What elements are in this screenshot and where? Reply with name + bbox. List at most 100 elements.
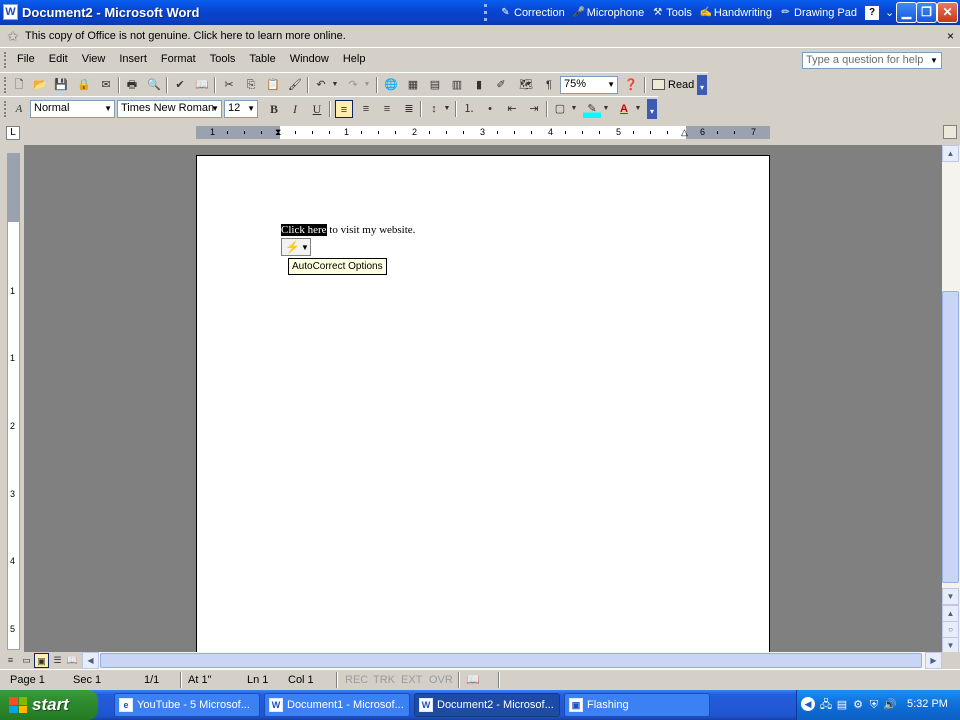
status-ext[interactable]: EXT [401,674,422,686]
insert-table-icon[interactable]: ▤ [426,76,444,94]
menu-file[interactable]: File [10,53,42,65]
word-doc-icon[interactable]: W [3,4,18,20]
align-right-icon[interactable]: ≡ [378,100,396,118]
font-select[interactable]: Times New Roman ▼ [117,100,222,118]
underline-button[interactable]: U [308,100,326,118]
horizontal-ruler[interactable]: 1 ⧗ 1 2 3 4 5 △ 6 7 [196,126,770,139]
justify-icon[interactable]: ≣ [400,100,418,118]
line-spacing-dropdown-icon[interactable]: ▼ [442,100,452,118]
tray-volume-icon[interactable]: 🔊 [883,698,897,712]
permission-icon[interactable]: 🔒 [75,76,93,94]
print-preview-icon[interactable]: 🔍 [145,76,163,94]
bold-button[interactable]: B [265,100,283,118]
style-select[interactable]: Normal ▼ [30,100,115,118]
help-question-input[interactable]: Type a question for help [802,52,942,69]
taskbar-item-youtube[interactable]: e YouTube - 5 Microsof... [114,693,260,717]
reading-layout-view-icon[interactable]: 📖 [65,653,80,668]
genuine-close-button[interactable]: × [947,29,954,43]
scroll-down-arrow-icon[interactable]: ▼ [942,588,959,605]
font-color-dropdown-icon[interactable]: ▼ [633,100,643,118]
help-dropdown-arrow-icon[interactable]: ▼ [930,56,938,65]
insert-excel-icon[interactable]: ▥ [448,76,466,94]
document-area[interactable]: Click here to visit my website. ⚡ ▼ Auto… [24,145,942,652]
restore-button[interactable]: ❐ [916,2,937,23]
spelling-icon[interactable]: ✔ [171,76,189,94]
horizontal-scroll-thumb[interactable] [100,653,922,668]
menu-edit[interactable]: Edit [42,53,75,65]
status-ovr[interactable]: OVR [429,674,453,686]
highlight-dropdown-icon[interactable]: ▼ [601,100,611,118]
help-icon[interactable]: ❓ [622,76,640,94]
menu-table[interactable]: Table [242,53,282,65]
toolbar-grip[interactable] [4,77,7,93]
document-map-icon[interactable]: 🗺 [517,76,535,94]
font-size-select[interactable]: 12 ▼ [224,100,258,118]
align-center-icon[interactable]: ≡ [357,100,375,118]
redo-dropdown-icon[interactable]: ▼ [362,76,372,94]
taskbar-clock[interactable]: 5:32 PM [907,698,948,710]
toolbar-options-icon[interactable]: ▾ [647,99,657,119]
chevron-down-icon[interactable]: ⌄ [885,6,894,19]
bullets-icon[interactable]: • [481,100,499,118]
menu-view[interactable]: View [75,53,113,65]
menu-bar-grip[interactable] [4,52,7,68]
scroll-up-arrow-icon[interactable]: ▲ [942,145,959,162]
numbering-icon[interactable]: ⒈ [460,100,478,118]
spelling-grammar-status-icon[interactable]: 📖 [466,673,484,687]
italic-button[interactable]: I [286,100,304,118]
close-button[interactable]: ✕ [937,2,958,23]
outline-view-icon[interactable]: ☰ [50,653,65,668]
menu-format[interactable]: Format [154,53,203,65]
right-indent-marker[interactable]: △ [681,126,688,139]
selected-hyperlink-text[interactable]: Click here [281,224,327,236]
columns-icon[interactable]: ▮ [470,76,488,94]
align-left-icon[interactable]: ≡ [335,100,353,118]
vertical-scrollbar[interactable]: ▲ ▼ ▲ ○ ▼ [942,145,960,654]
borders-dropdown-icon[interactable]: ▼ [569,100,579,118]
show-hidden-icons-icon[interactable]: ◀ [801,697,815,711]
research-icon[interactable]: 📖 [193,76,211,94]
redo-icon[interactable]: ↷ [344,76,362,94]
zoom-select[interactable]: 75% ▼ [560,76,618,94]
menu-insert[interactable]: Insert [112,53,154,65]
toolbar-grip[interactable] [4,101,7,117]
genuine-message[interactable]: This copy of Office is not genuine. Clic… [25,30,346,42]
status-rec[interactable]: REC [345,674,368,686]
save-icon[interactable]: 💾 [52,76,70,94]
split-box[interactable] [943,125,957,139]
paste-icon[interactable]: 📋 [264,76,282,94]
scroll-right-arrow-icon[interactable]: ▶ [925,652,942,669]
tab-selector[interactable]: L [6,126,20,140]
decrease-indent-icon[interactable]: ⇤ [503,100,521,118]
tables-borders-icon[interactable]: ▦ [404,76,422,94]
start-button[interactable]: start [0,690,98,720]
status-trk[interactable]: TRK [373,674,395,686]
taskbar-item-document1[interactable]: W Document1 - Microsof... [264,693,410,717]
genuine-office-bar[interactable]: ✩ This copy of Office is not genuine. Cl… [0,25,960,48]
minimize-button[interactable]: ▁ [896,2,917,23]
print-icon[interactable]: 🖶 [123,76,141,94]
language-bar-grip[interactable] [484,4,492,21]
vertical-ruler[interactable]: 1 1 2 3 4 5 [7,153,20,650]
language-bar-microphone[interactable]: 🎤 Microphone [569,7,648,19]
language-bar-drawing-pad[interactable]: ✏ Drawing Pad [776,7,861,19]
hyperlink-icon[interactable]: 🌐 [382,76,400,94]
taskbar-item-document2[interactable]: W Document2 - Microsof... [414,693,560,717]
read-button[interactable]: Read [650,76,694,94]
tray-update-icon[interactable]: ⚙ [851,698,865,712]
previous-page-icon[interactable]: ▲ [942,605,959,622]
copy-icon[interactable]: ⎘ [242,76,260,94]
toolbar-options-icon[interactable]: ▾ [697,75,707,95]
scroll-left-arrow-icon[interactable]: ◀ [82,652,99,669]
language-bar-tools[interactable]: ⚒ Tools [648,7,696,19]
undo-icon[interactable]: ↶ [312,76,330,94]
show-hide-icon[interactable]: ¶ [540,76,558,94]
font-color-icon[interactable]: A [615,100,633,118]
tray-security-icon[interactable]: ⛨ [867,698,881,712]
first-line-indent-marker[interactable]: ⧗ [275,126,281,139]
increase-indent-icon[interactable]: ⇥ [525,100,543,118]
highlight-icon[interactable]: ✎ [583,100,601,118]
normal-view-icon[interactable]: ≡ [3,653,18,668]
language-bar-handwriting[interactable]: ✍ Handwriting [696,7,776,19]
undo-dropdown-icon[interactable]: ▼ [330,76,340,94]
